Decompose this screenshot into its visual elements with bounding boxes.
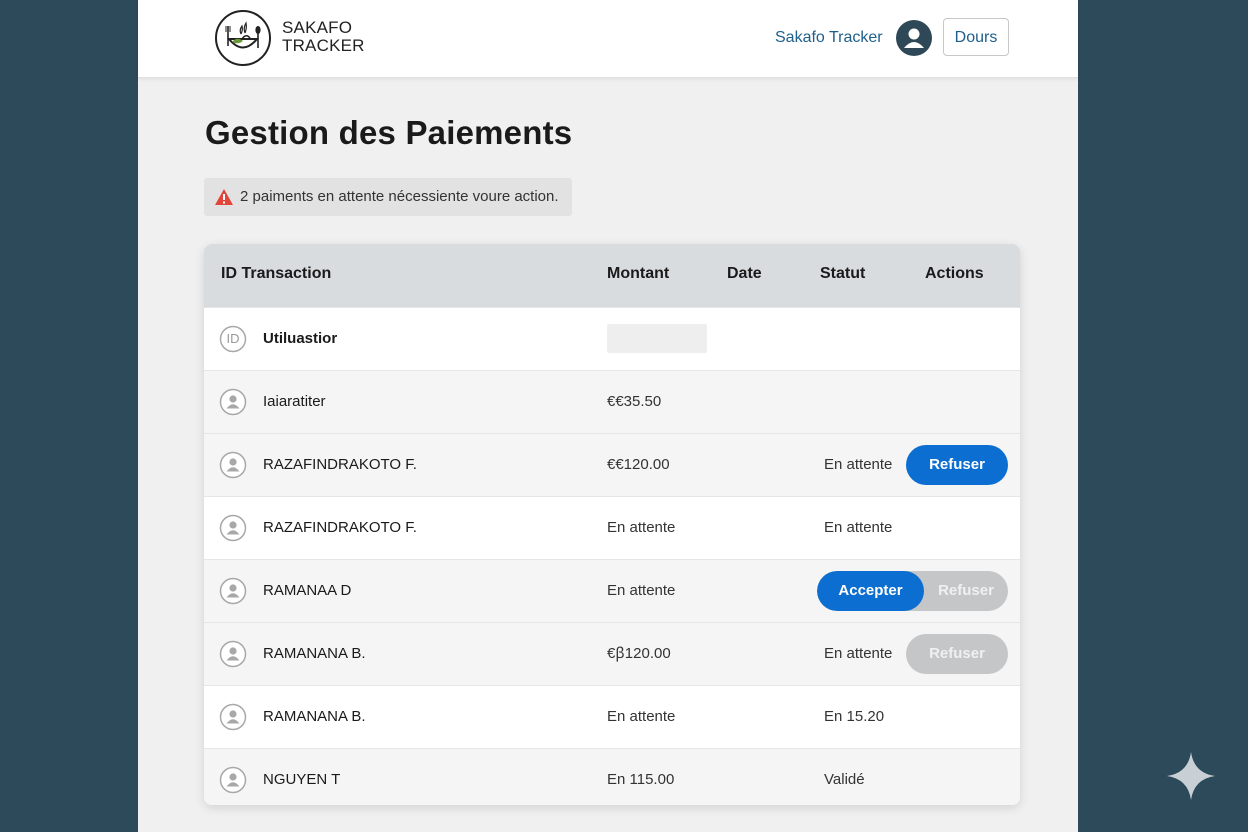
user-avatar-icon[interactable] xyxy=(896,20,932,56)
accept-refuse-toggle[interactable]: Accepter Refuser xyxy=(817,571,1008,611)
row-amount: €€35.50 xyxy=(607,393,662,410)
header-actions[interactable]: Actions xyxy=(925,265,984,283)
header-id-transaction[interactable]: ID Transaction xyxy=(221,265,331,283)
table-row[interactable]: Iaiaratiter €€35.50 xyxy=(204,370,1020,433)
row-name: Utiluastior xyxy=(263,330,338,347)
page-title: Gestion des Paiements xyxy=(205,114,573,151)
table-row[interactable]: RAZAFINDRAKOTO F. En attente En attente xyxy=(204,496,1020,559)
refuse-button[interactable]: Refuser xyxy=(906,445,1008,485)
logo-line-2: TRACKER xyxy=(282,36,365,55)
row-status: En attente xyxy=(824,519,893,536)
row-status: Validé xyxy=(824,771,865,788)
app-page: SAKAFO TRACKER Sakafo Tracker Dours Gest… xyxy=(138,0,1078,832)
user-circle-icon xyxy=(219,451,247,479)
row-name: RAMANANA B. xyxy=(263,645,366,662)
row-amount: €€120.00 xyxy=(607,456,670,473)
row-name: RAZAFINDRAKOTO F. xyxy=(263,456,417,473)
table-row[interactable]: ID Utiluastior xyxy=(204,307,1020,370)
header-amount[interactable]: Montant xyxy=(607,265,669,283)
refuse-button-disabled[interactable]: Refuser xyxy=(906,634,1008,674)
row-status: En attente xyxy=(824,456,893,473)
table-row[interactable]: RAMANANA B. En attente En 15.20 xyxy=(204,685,1020,748)
row-name: RAZAFINDRAKOTO F. xyxy=(263,519,417,536)
row-amount: En attente xyxy=(607,519,676,536)
table-row[interactable]: RAZAFINDRAKOTO F. €€120.00 En attente Re… xyxy=(204,433,1020,496)
table-header: ID Transaction Montant Date Statut Actio… xyxy=(204,244,1020,307)
table-row[interactable]: RAMANAA D En attente Accepter Refuser xyxy=(204,559,1020,622)
pending-payments-alert: 2 paiments en attente nécessiente voure … xyxy=(204,178,572,216)
row-name: RAMANANA B. xyxy=(263,708,366,725)
table-row[interactable]: RAMANANA B. €ꞵ120.00 En attente Refuser xyxy=(204,622,1020,685)
top-navigation-bar: SAKAFO TRACKER Sakafo Tracker Dours xyxy=(138,0,1078,78)
payments-table: ID Transaction Montant Date Statut Actio… xyxy=(204,244,1020,805)
header-status[interactable]: Statut xyxy=(820,265,865,283)
row-amount: En attente xyxy=(607,582,676,599)
user-menu-button[interactable]: Dours xyxy=(943,18,1009,56)
row-name: RAMANAA D xyxy=(263,582,352,599)
row-status: En attente xyxy=(824,645,893,662)
logo-text[interactable]: SAKAFO TRACKER xyxy=(282,19,365,55)
logo-line-1: SAKAFO xyxy=(282,18,353,37)
accept-button[interactable]: Accepter xyxy=(817,571,924,611)
table-row[interactable]: NGUYEN T En 115.00 Validé xyxy=(204,748,1020,805)
row-amount: €ꞵ120.00 xyxy=(607,645,671,662)
user-circle-icon xyxy=(219,577,247,605)
header-date[interactable]: Date xyxy=(727,265,762,283)
user-circle-icon xyxy=(219,703,247,731)
warning-triangle-icon xyxy=(215,189,233,205)
user-circle-icon xyxy=(219,640,247,668)
amount-placeholder xyxy=(607,324,707,353)
logo-icon[interactable] xyxy=(215,10,271,66)
refuse-button[interactable]: Refuser xyxy=(924,571,1008,611)
user-circle-icon xyxy=(219,388,247,416)
row-amount: En 115.00 xyxy=(607,771,675,788)
row-name: Iaiaratiter xyxy=(263,393,326,410)
user-circle-icon xyxy=(219,514,247,542)
nav-link-sakafo-tracker[interactable]: Sakafo Tracker xyxy=(775,29,883,47)
row-status: En 15.20 xyxy=(824,708,885,725)
row-name: NGUYEN T xyxy=(263,771,341,788)
sparkle-icon xyxy=(1167,752,1215,800)
id-badge-label: ID xyxy=(226,331,240,346)
alert-message: 2 paiments en attente nécessiente voure … xyxy=(240,188,559,205)
user-circle-icon xyxy=(219,766,247,794)
row-amount: En attente xyxy=(607,708,676,725)
